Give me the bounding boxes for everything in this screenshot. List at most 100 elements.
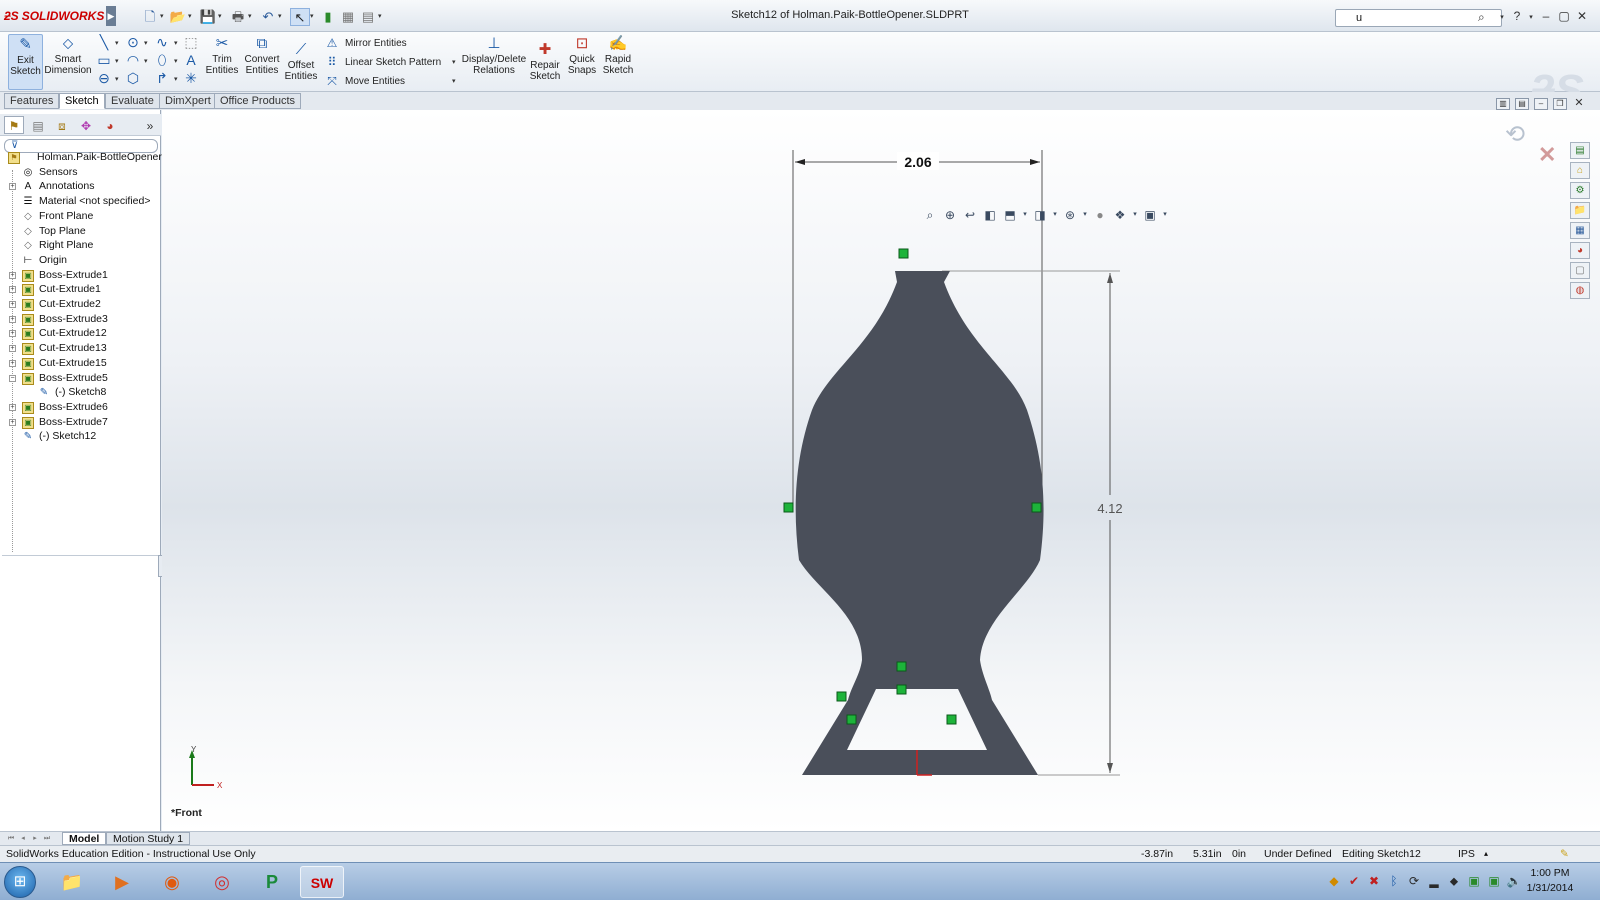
viewport-restore-icon[interactable]: ❐ <box>1553 98 1567 110</box>
display-style-icon[interactable]: ◨ <box>1032 207 1048 223</box>
chrome-taskbar-icon[interactable]: ◎ <box>200 866 244 898</box>
last-tab-icon[interactable]: ⏭ <box>42 833 52 844</box>
apply-scene-icon[interactable]: ❖ <box>1112 207 1128 223</box>
collapse-icon[interactable]: − <box>9 374 16 382</box>
close-icon[interactable]: ✕ <box>1574 9 1590 23</box>
rectangle-icon[interactable]: ▭ <box>96 52 112 68</box>
select-dropdown-icon[interactable]: ▾ <box>310 12 318 20</box>
expand-icon[interactable]: + <box>9 286 16 294</box>
pattern-dropdown-icon[interactable]: ▾ <box>452 58 456 66</box>
view-settings-icon[interactable]: ▣ <box>1142 207 1158 223</box>
feature-tree-tab-icon[interactable]: ⚑ <box>4 116 24 134</box>
spline-icon[interactable]: ∿ <box>154 34 170 50</box>
trim-entities-button[interactable]: ✂ Trim Entities <box>205 34 239 90</box>
design-library-icon[interactable]: ⌂ <box>1570 162 1590 179</box>
media-player-taskbar-icon[interactable]: ▶ <box>100 866 144 898</box>
height-dimension-value[interactable]: 4.12 <box>1097 501 1122 516</box>
tray-update-icon[interactable]: ✖ <box>1366 874 1382 888</box>
search-input[interactable]: u <box>1335 9 1502 27</box>
new-dropdown-icon[interactable]: ▾ <box>160 12 168 20</box>
confirm-exit-sketch-icon[interactable]: ⟲ <box>1505 120 1525 149</box>
search-icon[interactable]: ⌕ <box>1478 10 1485 25</box>
expand-icon[interactable]: + <box>9 330 16 338</box>
maximize-icon[interactable]: ▢ <box>1556 9 1572 23</box>
line-dropdown-icon[interactable]: ▾ <box>115 39 119 47</box>
display-style-dropdown-icon[interactable]: ▾ <box>1052 207 1058 223</box>
viewport-close-icon[interactable]: ✕ <box>1572 98 1586 110</box>
point-icon[interactable]: ✳ <box>183 70 199 86</box>
display-delete-relations-button[interactable]: ⊥ Display/Delete Relations <box>462 34 526 90</box>
tab-motion-study[interactable]: Motion Study 1 <box>106 832 191 845</box>
graphics-area[interactable]: 2.06 4.12 Y X ⌕ ⊕ ↩ ◧ ⬒ ▾ ◨ ▾ ⊛ ▾ ● ❖ ▾ … <box>162 110 1600 831</box>
slot-dropdown-icon[interactable]: ▾ <box>115 75 119 83</box>
hide-show-dropdown-icon[interactable]: ▾ <box>1082 207 1088 223</box>
expand-icon[interactable]: + <box>9 183 16 191</box>
power-icon[interactable]: ⬥ <box>1446 874 1462 889</box>
undo-icon[interactable]: ↶ <box>258 8 278 26</box>
unit-dropdown-icon[interactable]: ▴ <box>1484 846 1488 862</box>
construction-geometry-icon[interactable]: ⬚ <box>183 34 199 50</box>
tray-app-icon[interactable]: ◆ <box>1326 874 1342 888</box>
text-icon[interactable]: A <box>183 52 199 68</box>
convert-entities-button[interactable]: ⧉ Convert Entities <box>242 34 282 90</box>
tray-security-icon[interactable]: ✔ <box>1346 874 1362 888</box>
clock-date[interactable]: 1/31/2014 <box>1520 882 1580 894</box>
firefox-taskbar-icon[interactable]: ◉ <box>150 866 194 898</box>
first-tab-icon[interactable]: ⏮ <box>6 833 16 844</box>
ellipse-icon[interactable]: ⬯ <box>154 52 170 68</box>
arc-dropdown-icon[interactable]: ▾ <box>144 57 148 65</box>
hide-show-items-icon[interactable]: ⊛ <box>1062 207 1078 223</box>
smart-dimension-button[interactable]: ⬦ Smart Dimension <box>44 34 91 90</box>
search-dropdown-icon[interactable]: ▾ <box>1494 13 1510 21</box>
relation-marker-icon[interactable] <box>1031 502 1042 513</box>
tray-sync-icon[interactable]: ⟳ <box>1406 874 1422 888</box>
select-pointer-icon[interactable]: ↖ <box>290 8 310 26</box>
expand-icon[interactable]: + <box>9 403 16 411</box>
relation-marker-icon[interactable] <box>836 691 847 702</box>
file-properties-icon[interactable]: ▦ <box>338 8 358 26</box>
relation-marker-icon[interactable] <box>846 714 857 725</box>
expand-icon[interactable]: + <box>9 315 16 323</box>
prev-tab-icon[interactable]: ◂ <box>18 833 28 844</box>
fillet-dropdown-icon[interactable]: ▾ <box>174 75 178 83</box>
zoom-to-area-icon[interactable]: ⊕ <box>942 207 958 223</box>
apply-scene-dropdown-icon[interactable]: ▾ <box>1132 207 1138 223</box>
rebuild-icon[interactable]: ▮ <box>318 8 338 26</box>
zoom-to-fit-icon[interactable]: ⌕ <box>922 207 938 223</box>
bottle-opener-profile[interactable] <box>795 271 1044 775</box>
viewport-split-icon[interactable]: ▤ <box>1515 98 1529 110</box>
viewport-minimize-icon[interactable]: – <box>1534 98 1548 110</box>
repair-sketch-button[interactable]: ✚ Repair Sketch <box>528 40 562 96</box>
sketch-canvas[interactable]: 2.06 4.12 Y X <box>162 110 1600 831</box>
expand-icon[interactable]: + <box>9 301 16 308</box>
move-entities-button[interactable]: ⤧ Move Entities <box>325 72 405 90</box>
publisher-taskbar-icon[interactable]: P <box>250 866 294 898</box>
relation-marker-icon[interactable] <box>896 661 907 672</box>
network-signal-icon[interactable]: ▂ <box>1426 874 1442 888</box>
print-icon[interactable]: 🖶 <box>228 8 248 26</box>
expand-icon[interactable]: + <box>9 345 16 353</box>
linear-sketch-pattern-button[interactable]: ⠿ Linear Sketch Pattern <box>325 53 442 71</box>
help-dropdown-icon[interactable]: ▾ <box>1523 13 1539 21</box>
exit-sketch-button[interactable]: ✎ Exit Sketch <box>8 34 43 90</box>
rebuild-status-icon[interactable]: ✎ <box>1560 846 1569 862</box>
previous-view-icon[interactable]: ↩ <box>962 207 978 223</box>
tab-model[interactable]: Model <box>62 832 107 845</box>
minimize-icon[interactable]: – <box>1538 9 1554 23</box>
expand-icon[interactable]: + <box>9 418 16 426</box>
rectangle-dropdown-icon[interactable]: ▾ <box>115 57 119 65</box>
expand-icon[interactable]: + <box>9 359 16 367</box>
cancel-sketch-icon[interactable]: ✕ <box>1538 142 1556 168</box>
options-icon[interactable]: ▤ <box>358 8 378 26</box>
undo-dropdown-icon[interactable]: ▾ <box>278 12 286 20</box>
slot-icon[interactable]: ⊖ <box>96 70 112 86</box>
property-manager-tab-icon[interactable]: ▤ <box>28 116 48 134</box>
tray-app2-icon[interactable]: ▣ <box>1466 874 1482 888</box>
solidworks-resources-icon[interactable]: ▤ <box>1570 142 1590 159</box>
circle-dropdown-icon[interactable]: ▾ <box>144 39 148 47</box>
expand-tabs-icon[interactable]: » <box>140 116 160 134</box>
solidworks-forum-icon[interactable]: ◍ <box>1570 282 1590 299</box>
view-palette-icon[interactable]: ▦ <box>1570 222 1590 239</box>
fillet-icon[interactable]: ↱ <box>154 70 170 86</box>
new-document-icon[interactable]: 🗋 <box>140 8 160 26</box>
